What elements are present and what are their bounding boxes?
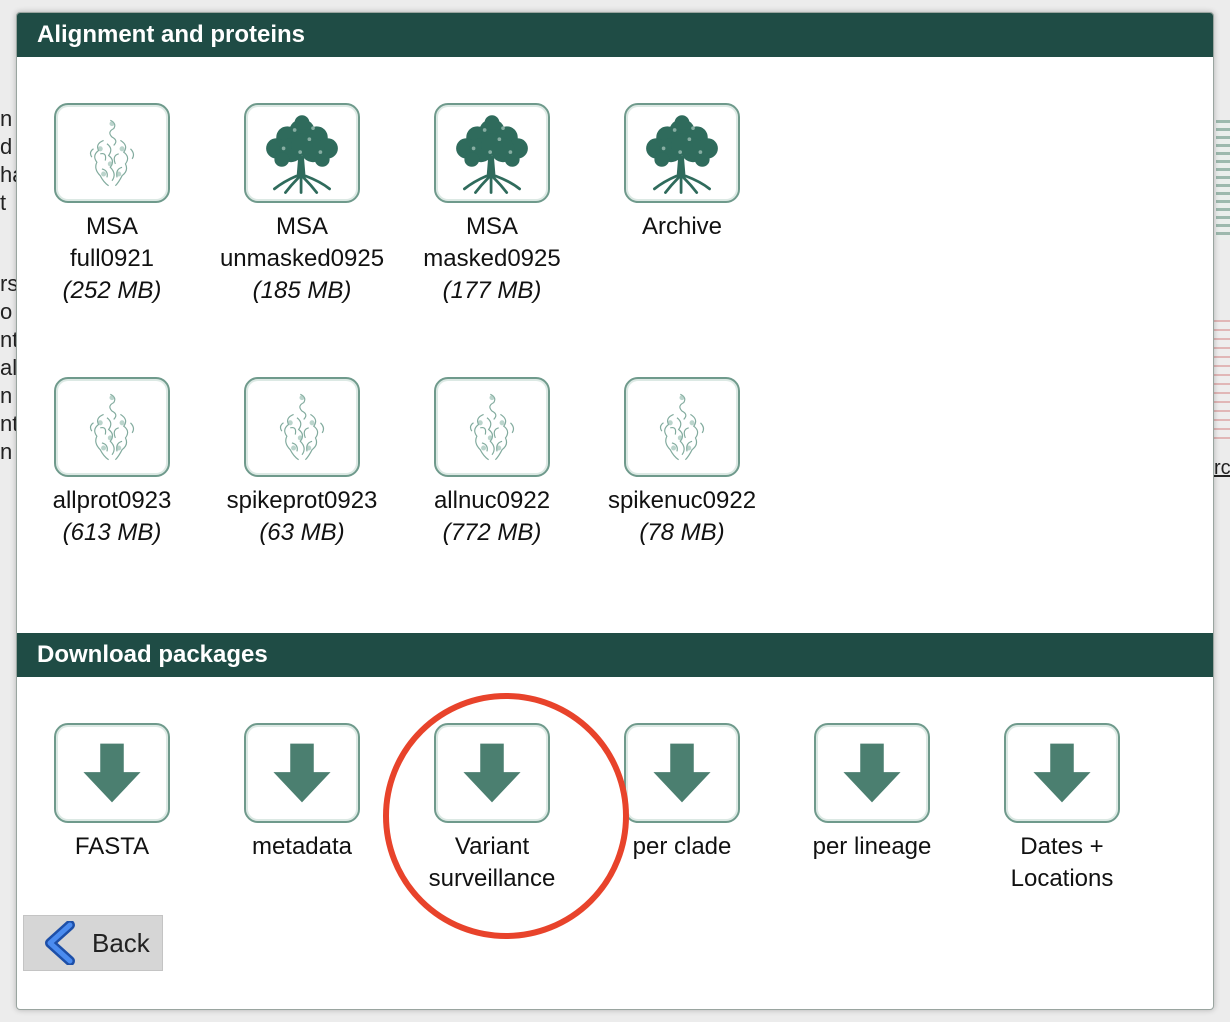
download-arrow-icon: [1020, 731, 1104, 815]
protein-structure-icon: [640, 385, 724, 469]
item-label-2: Locations: [1010, 865, 1114, 892]
protein-structure-icon: [450, 385, 534, 469]
bg-frag-line: nt: [0, 411, 19, 436]
item-label: Variant: [454, 833, 530, 860]
item-label: Archive: [641, 213, 723, 240]
download-package-dates-locations[interactable]: Dates + Locations: [967, 723, 1157, 895]
download-package-variant-surveillance[interactable]: Variant surveillance: [397, 723, 587, 895]
tree-icon: [636, 111, 728, 195]
bg-frag-line: n: [0, 439, 13, 464]
bg-frag-line: d: [0, 134, 13, 159]
back-chevron-icon: [45, 921, 75, 965]
download-package-fasta[interactable]: FASTA: [17, 723, 207, 863]
protein-structure-icon: [70, 111, 154, 195]
download-package-per-lineage[interactable]: per lineage: [777, 723, 967, 863]
item-label: spikeprot0923: [226, 487, 378, 514]
section-header-alignment: Alignment and proteins: [17, 13, 1213, 57]
download-tile[interactable]: [434, 723, 550, 823]
download-tile[interactable]: [624, 103, 740, 203]
file-size: (78 MB): [639, 519, 725, 546]
download-tile[interactable]: [244, 723, 360, 823]
file-size: (772 MB): [442, 519, 542, 546]
background-tree-image: [1216, 120, 1230, 240]
item-label-2: full0921: [69, 245, 155, 272]
item-label: allprot0923: [52, 487, 172, 514]
download-arrow-icon: [450, 731, 534, 815]
download-tile[interactable]: [434, 103, 550, 203]
protein-structure-icon: [70, 385, 154, 469]
download-item-allprot[interactable]: allprot0923 (613 MB): [17, 377, 207, 549]
background-text-fragment: rs o nt al n nt n: [0, 270, 19, 466]
background-text-fragment: n d ha t: [0, 105, 25, 217]
file-size: (252 MB): [62, 277, 162, 304]
protein-structure-icon: [260, 385, 344, 469]
bg-frag-line: o: [0, 299, 13, 324]
item-label: FASTA: [74, 833, 150, 860]
download-tile[interactable]: [244, 377, 360, 477]
back-button-label: Back: [92, 927, 150, 958]
section-title: Alignment and proteins: [37, 21, 306, 48]
download-dialog: Alignment and proteins MSA full0921 (252…: [16, 12, 1214, 1010]
download-tile[interactable]: [814, 723, 930, 823]
download-arrow-icon: [70, 731, 154, 815]
back-button[interactable]: Back: [23, 915, 163, 971]
download-tile[interactable]: [434, 377, 550, 477]
download-item-allnuc[interactable]: allnuc0922 (772 MB): [397, 377, 587, 549]
download-tile[interactable]: [624, 377, 740, 477]
file-size: (63 MB): [259, 519, 345, 546]
tree-icon: [256, 111, 348, 195]
item-label: Dates +: [1020, 833, 1104, 860]
bg-frag-line: rs: [0, 271, 19, 296]
item-label: metadata: [251, 833, 353, 860]
file-size: (613 MB): [62, 519, 162, 546]
bg-frag-line: ha: [0, 162, 25, 187]
download-tile[interactable]: [54, 103, 170, 203]
bg-frag-line: n: [0, 106, 13, 131]
download-item-spikenuc[interactable]: spikenuc0922 (78 MB): [587, 377, 777, 549]
download-item-msa-masked[interactable]: MSA masked0925 (177 MB): [397, 103, 587, 307]
background-link[interactable]: rc: [1214, 457, 1230, 480]
download-package-per-clade[interactable]: per clade: [587, 723, 777, 863]
download-tile[interactable]: [244, 103, 360, 203]
download-tile[interactable]: [54, 723, 170, 823]
file-size: (185 MB): [252, 277, 352, 304]
item-label-2: surveillance: [428, 865, 556, 892]
download-item-archive[interactable]: Archive: [587, 103, 777, 243]
bg-frag-line: n: [0, 383, 13, 408]
download-tile[interactable]: [1004, 723, 1120, 823]
section-title: Download packages: [37, 641, 268, 668]
download-arrow-icon: [830, 731, 914, 815]
download-tile[interactable]: [624, 723, 740, 823]
bg-frag-line: t: [0, 190, 7, 215]
download-arrow-icon: [640, 731, 724, 815]
section-header-downloads: Download packages: [17, 633, 1213, 677]
item-label-2: masked0925: [423, 245, 561, 272]
bg-frag-line: al: [0, 355, 18, 380]
item-label-2: unmasked0925: [219, 245, 385, 272]
download-item-msa-full[interactable]: MSA full0921 (252 MB): [17, 103, 207, 307]
file-size: (177 MB): [442, 277, 542, 304]
download-tile[interactable]: [54, 377, 170, 477]
download-arrow-icon: [260, 731, 344, 815]
background-figure-image: [1214, 320, 1230, 440]
item-label: per clade: [632, 833, 732, 860]
download-item-msa-unmasked[interactable]: MSA unmasked0925 (185 MB): [207, 103, 397, 307]
item-label: MSA: [275, 213, 328, 240]
download-package-metadata[interactable]: metadata: [207, 723, 397, 863]
tree-icon: [446, 111, 538, 195]
download-item-spikeprot[interactable]: spikeprot0923 (63 MB): [207, 377, 397, 549]
item-label: allnuc0922: [433, 487, 551, 514]
item-label: per lineage: [812, 833, 932, 860]
item-label: spikenuc0922: [607, 487, 757, 514]
item-label: MSA: [85, 213, 138, 240]
bg-frag-line: nt: [0, 327, 19, 352]
item-label: MSA: [465, 213, 518, 240]
